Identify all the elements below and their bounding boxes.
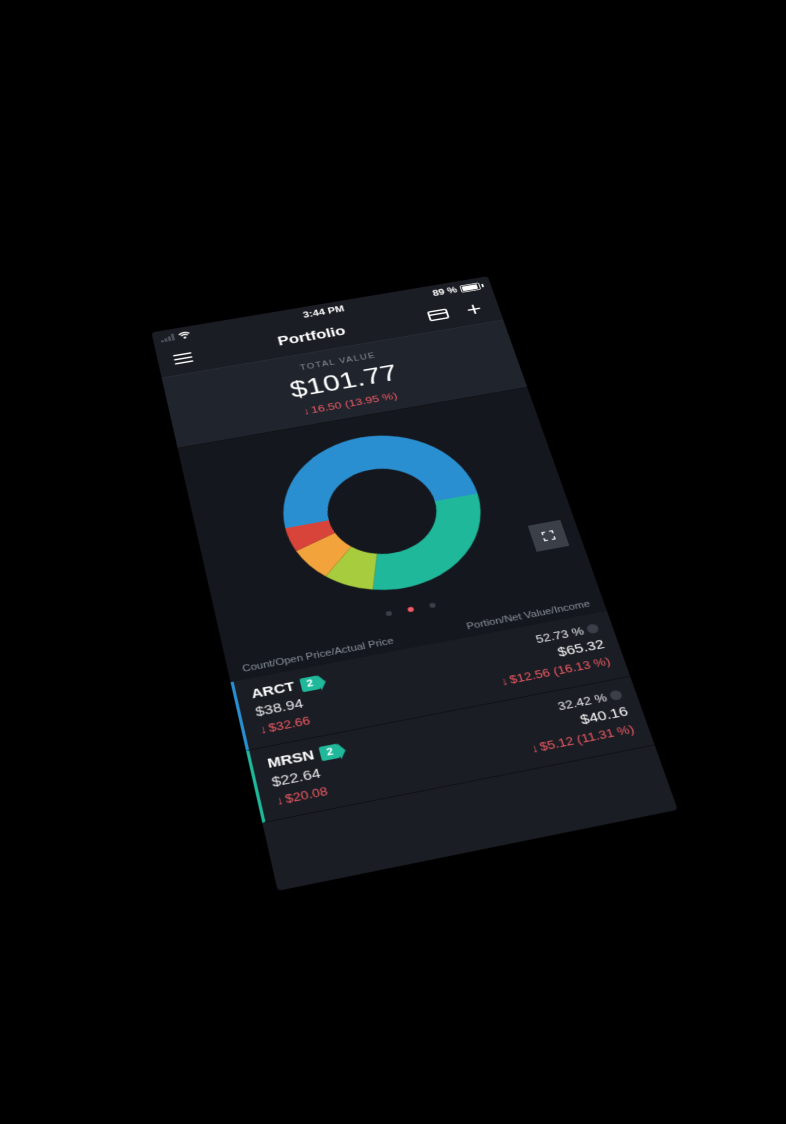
count-badge: 2 <box>299 675 321 692</box>
page-dot-active[interactable] <box>407 607 414 613</box>
plus-icon: + <box>464 301 483 316</box>
fullscreen-icon <box>539 528 559 543</box>
wifi-icon <box>177 331 191 340</box>
page-title: Portfolio <box>276 324 347 349</box>
count-badge: 2 <box>319 743 341 761</box>
cellular-signal-icon <box>160 334 175 343</box>
cards-button[interactable] <box>419 301 457 328</box>
phone-screen: 3:44 PM 89 % Portfolio + TOTAL <box>151 276 677 891</box>
page-dot[interactable] <box>428 603 435 609</box>
hamburger-icon <box>173 352 194 365</box>
add-button[interactable]: + <box>455 295 493 322</box>
portion-pie-icon <box>586 623 600 634</box>
portion-pie-icon <box>609 689 623 701</box>
menu-button[interactable] <box>165 344 202 372</box>
page-dot[interactable] <box>385 611 392 617</box>
card-icon <box>427 308 450 321</box>
battery-icon <box>459 282 484 293</box>
